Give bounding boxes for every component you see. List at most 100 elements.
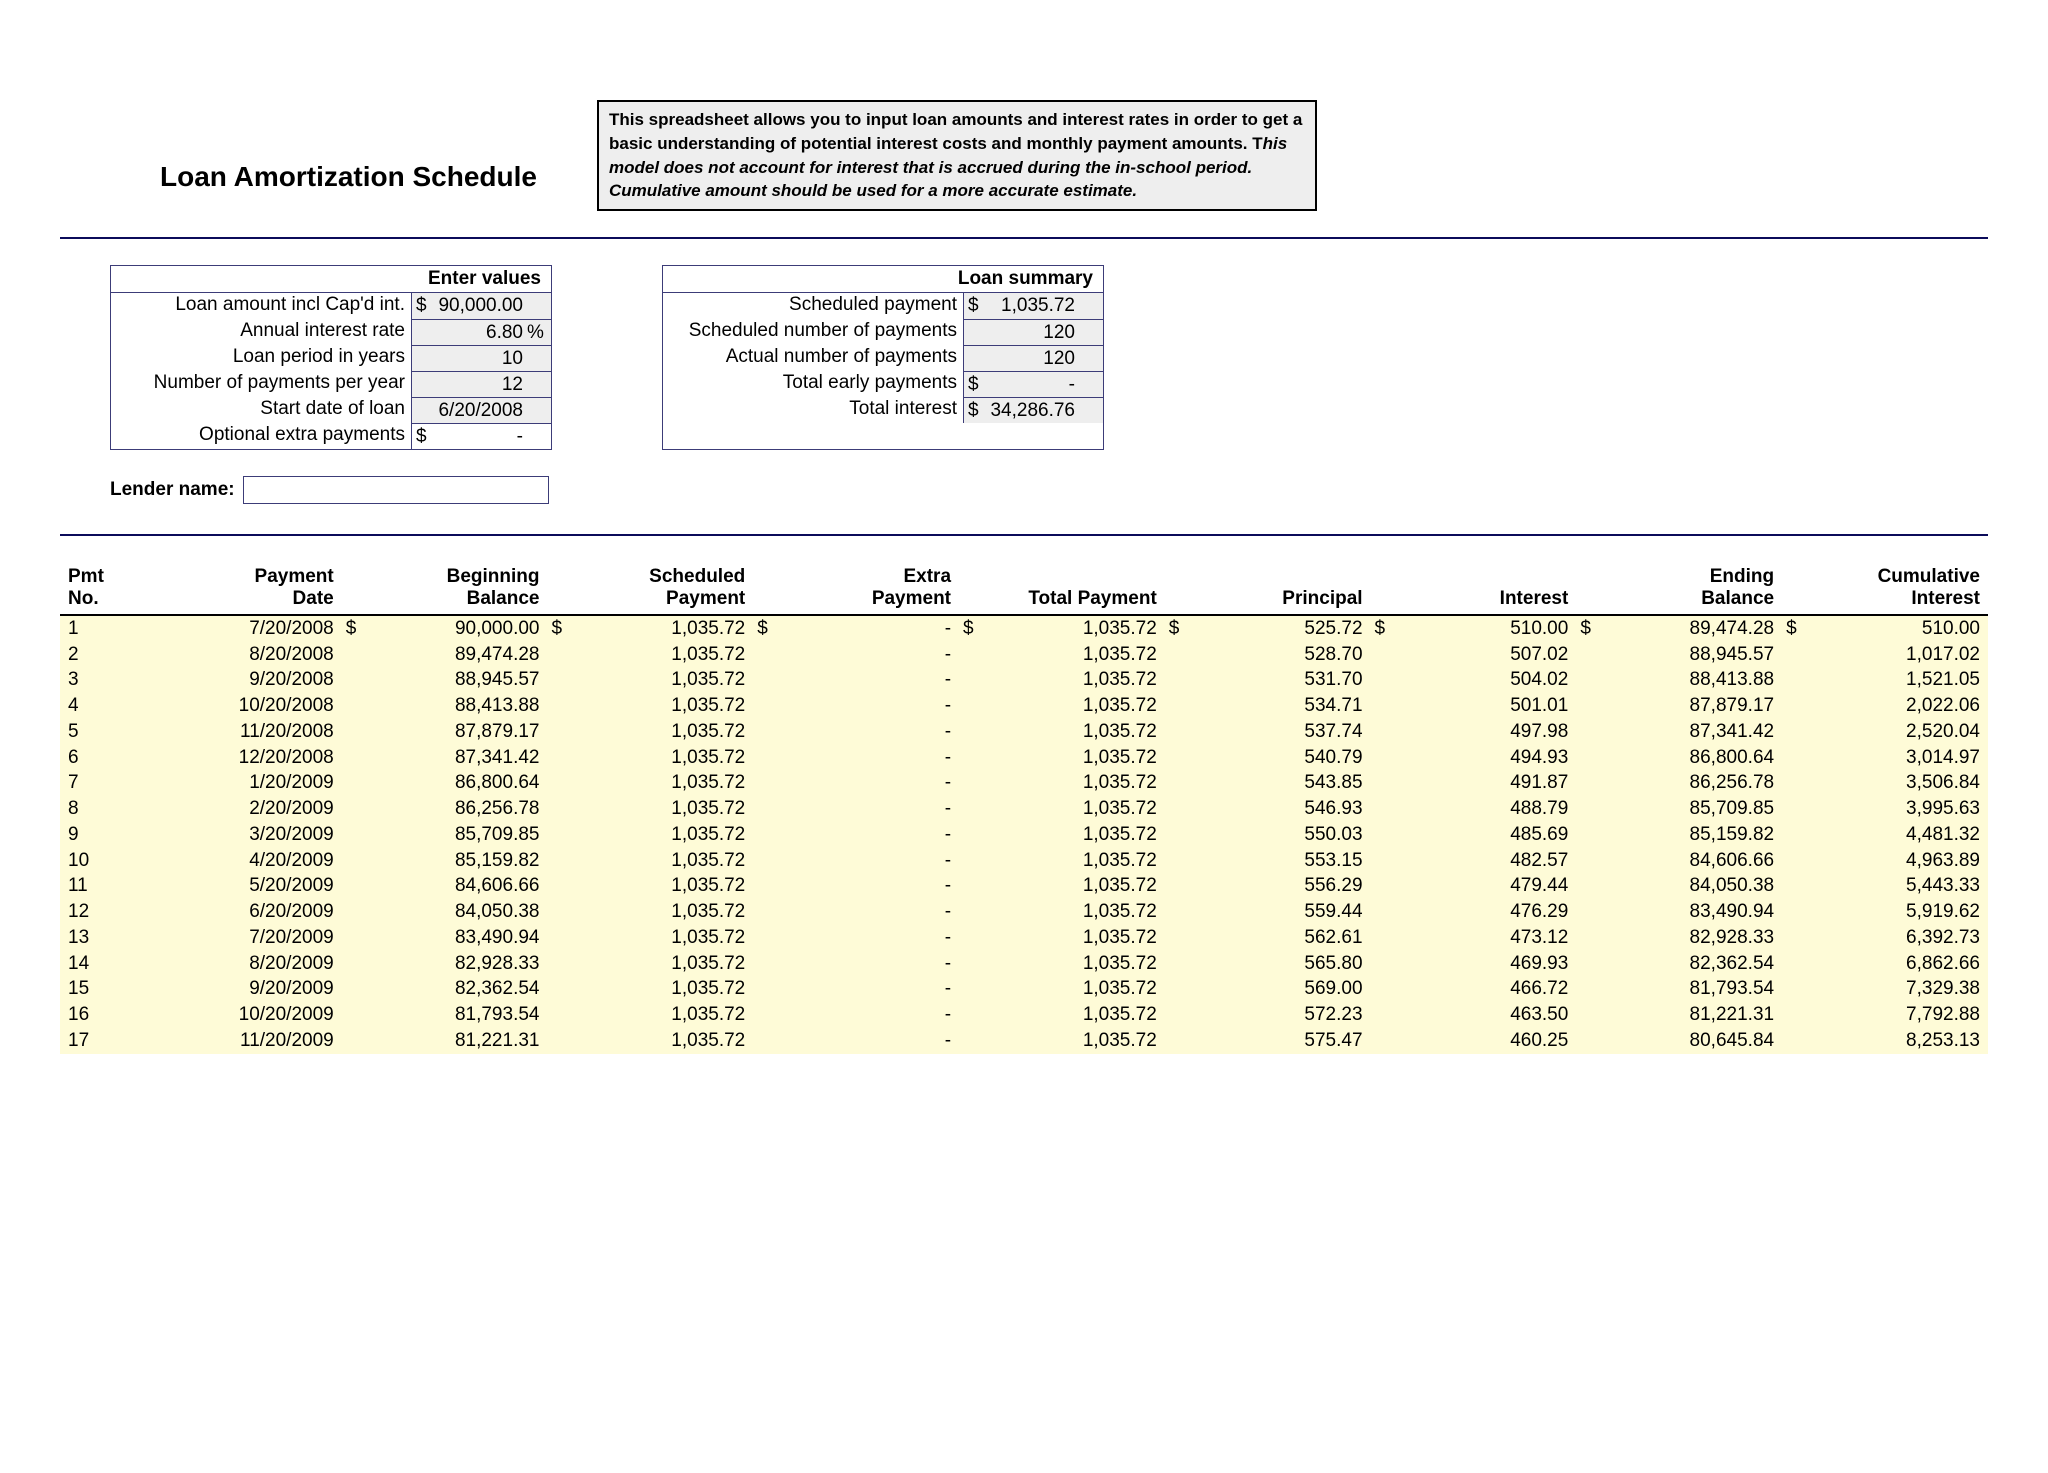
cell-int: 510.00 <box>1412 615 1576 642</box>
currency-sym <box>753 976 795 1002</box>
currency-sym <box>1165 796 1207 822</box>
table-row: 410/20/200888,413.881,035.72-1,035.72534… <box>60 693 1988 719</box>
cell-total: 1,035.72 <box>1001 925 1165 951</box>
currency-sym <box>1782 873 1824 899</box>
cell-date: 8/20/2009 <box>151 951 342 977</box>
enter-values-value[interactable]: $90,000.00 <box>411 293 551 319</box>
enter-values-value[interactable]: 10 <box>411 345 551 371</box>
col-princ: Principal <box>1206 562 1370 615</box>
cell-sched: 1,035.72 <box>589 873 753 899</box>
table-row: 115/20/200984,606.661,035.72-1,035.72556… <box>60 873 1988 899</box>
cell-cum: 510.00 <box>1824 615 1988 642</box>
enter-values-header: Enter values <box>111 266 551 293</box>
cell-cum: 6,862.66 <box>1824 951 1988 977</box>
cell-end: 86,800.64 <box>1618 745 1782 771</box>
currency-sym <box>959 951 1001 977</box>
cell-cum: 4,963.89 <box>1824 848 1988 874</box>
currency-sym <box>1576 848 1618 874</box>
currency-sym <box>1576 745 1618 771</box>
cell-sched: 1,035.72 <box>589 642 753 668</box>
cell-int: 501.01 <box>1412 693 1576 719</box>
cell-end: 84,050.38 <box>1618 873 1782 899</box>
lender-name-input[interactable] <box>243 476 549 504</box>
cell-princ: 565.80 <box>1206 951 1370 977</box>
cell-pmt-no: 6 <box>60 745 151 771</box>
currency-sym <box>959 770 1001 796</box>
currency-sym <box>959 1028 1001 1054</box>
cell-total: 1,035.72 <box>1001 848 1165 874</box>
cell-princ: 546.93 <box>1206 796 1370 822</box>
currency-sym <box>342 796 384 822</box>
cell-extra: - <box>795 642 959 668</box>
currency-sym <box>342 925 384 951</box>
currency-sym: $ <box>753 615 795 642</box>
cell-pmt-no: 8 <box>60 796 151 822</box>
currency-sym <box>342 976 384 1002</box>
cell-total: 1,035.72 <box>1001 770 1165 796</box>
cell-date: 9/20/2008 <box>151 667 342 693</box>
loan-summary-value: $34,286.76 <box>963 397 1103 423</box>
cell-int: 476.29 <box>1412 899 1576 925</box>
currency-sym <box>547 899 589 925</box>
enter-values-value[interactable]: 6/20/2008 <box>411 397 551 423</box>
cell-int: 482.57 <box>1412 848 1576 874</box>
currency-sym <box>753 693 795 719</box>
currency-sym <box>1165 899 1207 925</box>
cell-end: 88,945.57 <box>1618 642 1782 668</box>
loan-summary-row: Scheduled number of payments120 <box>663 319 1103 345</box>
table-row: 148/20/200982,928.331,035.72-1,035.72565… <box>60 951 1988 977</box>
currency-sym <box>1371 1028 1413 1054</box>
cell-date: 5/20/2009 <box>151 873 342 899</box>
currency-sym <box>1576 899 1618 925</box>
cell-extra: - <box>795 745 959 771</box>
cell-int: 488.79 <box>1412 796 1576 822</box>
cell-total: 1,035.72 <box>1001 745 1165 771</box>
currency-sym <box>1371 693 1413 719</box>
currency-sym <box>1782 719 1824 745</box>
currency-sym <box>959 796 1001 822</box>
currency-sym <box>1371 745 1413 771</box>
cell-sched: 1,035.72 <box>589 719 753 745</box>
cell-pmt-no: 12 <box>60 899 151 925</box>
amortization-table: PmtNo. PaymentDate BeginningBalance Sche… <box>60 562 1988 1053</box>
currency-sym <box>1782 796 1824 822</box>
enter-values-value[interactable]: $- <box>411 423 551 449</box>
currency-sym <box>753 770 795 796</box>
description-note: This spreadsheet allows you to input loa… <box>597 100 1317 211</box>
currency-sym <box>1782 951 1824 977</box>
cell-sched: 1,035.72 <box>589 1028 753 1054</box>
currency-sym <box>1165 667 1207 693</box>
currency-sym <box>547 822 589 848</box>
loan-summary-row: Actual number of payments120 <box>663 345 1103 371</box>
enter-values-box: Enter values Loan amount incl Cap'd int.… <box>110 265 552 450</box>
currency-sym <box>1782 848 1824 874</box>
cell-sched: 1,035.72 <box>589 976 753 1002</box>
enter-values-value[interactable]: 6.80% <box>411 319 551 345</box>
table-row: 82/20/200986,256.781,035.72-1,035.72546.… <box>60 796 1988 822</box>
cell-int: 473.12 <box>1412 925 1576 951</box>
currency-sym <box>959 667 1001 693</box>
currency-sym <box>959 1002 1001 1028</box>
cell-princ: 569.00 <box>1206 976 1370 1002</box>
currency-sym <box>959 642 1001 668</box>
currency-sym <box>1371 873 1413 899</box>
currency-sym <box>1165 693 1207 719</box>
enter-values-row: Annual interest rate6.80% <box>111 319 551 345</box>
currency-sym <box>547 925 589 951</box>
enter-values-value[interactable]: 12 <box>411 371 551 397</box>
cell-int: 497.98 <box>1412 719 1576 745</box>
table-row: 93/20/200985,709.851,035.72-1,035.72550.… <box>60 822 1988 848</box>
cell-beg: 87,879.17 <box>383 719 547 745</box>
enter-values-label: Loan amount incl Cap'd int. <box>111 293 411 319</box>
cell-beg: 82,362.54 <box>383 976 547 1002</box>
cell-beg: 84,606.66 <box>383 873 547 899</box>
cell-extra: - <box>795 925 959 951</box>
loan-summary-row: Scheduled payment$1,035.72 <box>663 293 1103 319</box>
cell-cum: 3,995.63 <box>1824 796 1988 822</box>
cell-beg: 86,800.64 <box>383 770 547 796</box>
cell-extra: - <box>795 796 959 822</box>
currency-sym <box>753 796 795 822</box>
cell-extra: - <box>795 667 959 693</box>
cell-sched: 1,035.72 <box>589 1002 753 1028</box>
cell-int: 485.69 <box>1412 822 1576 848</box>
